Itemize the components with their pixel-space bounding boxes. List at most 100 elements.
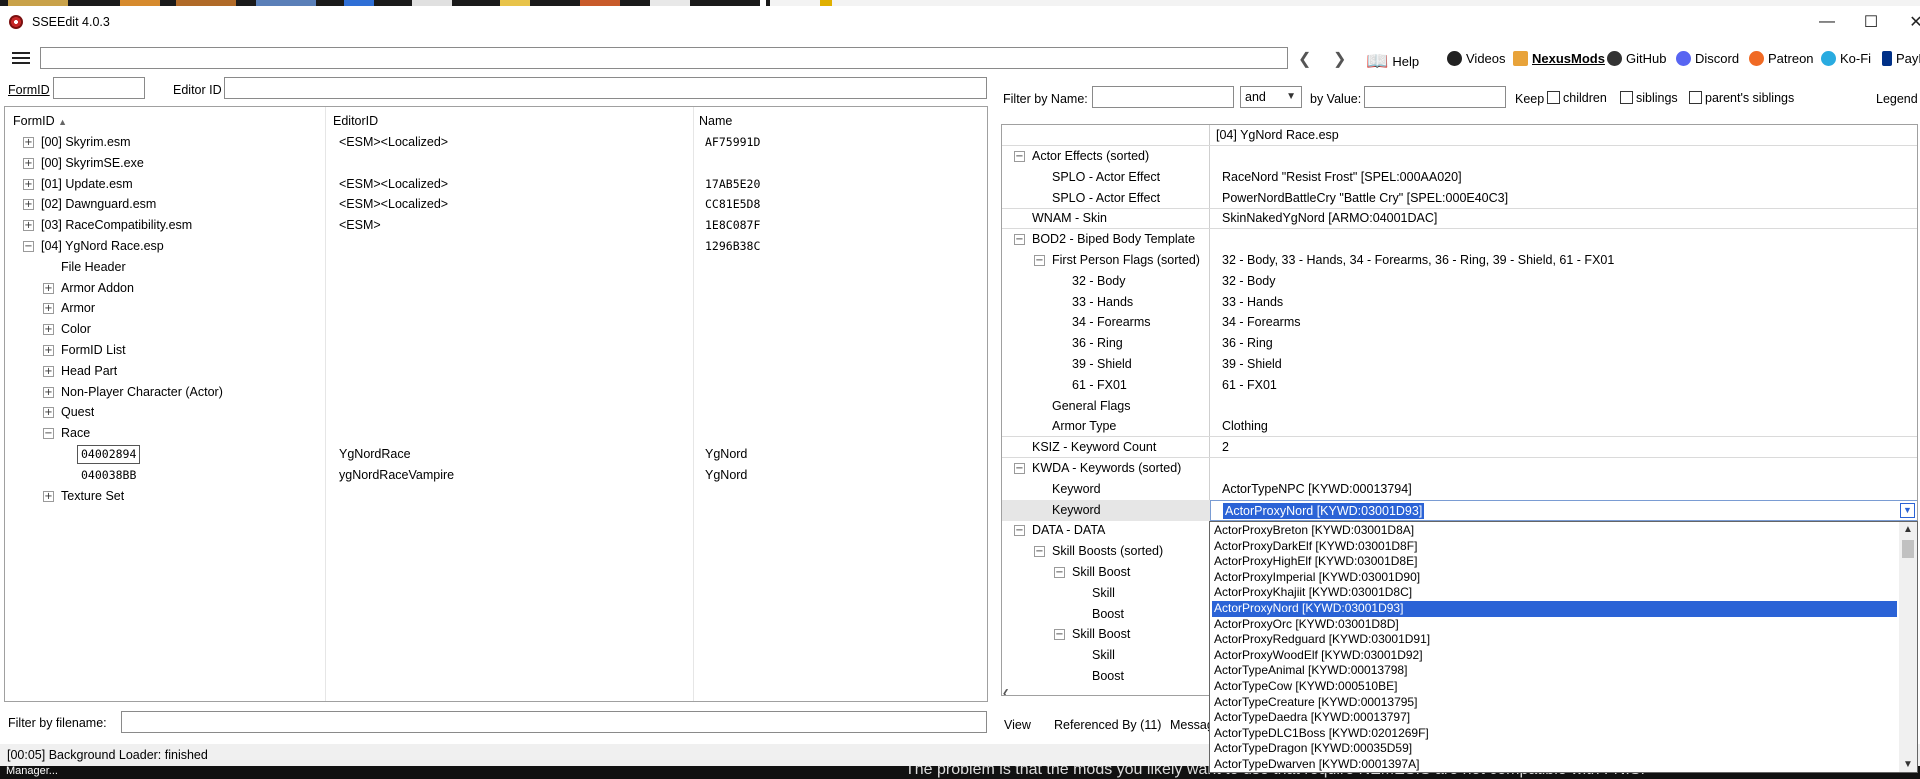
dropdown-option[interactable]: ActorTypeDaedra [KYWD:00013797] [1212, 710, 1897, 726]
editorid-input[interactable] [224, 77, 987, 99]
expand-toggle-icon[interactable]: + [23, 137, 34, 148]
legend-button[interactable]: Legend [1876, 92, 1918, 106]
expand-toggle-icon[interactable]: − [1054, 629, 1065, 641]
record-row[interactable]: Armor Type Clothing [1002, 416, 1917, 438]
tree-row[interactable]: − [04] YgNord Race.esp 1296B38C [5, 236, 987, 257]
dropdown-option[interactable]: ActorTypeCreature [KYWD:00013795] [1212, 695, 1897, 711]
kofi-link[interactable]: Ko-Fi [1821, 51, 1871, 66]
horizontal-scroll-left[interactable]: ❮ [1002, 689, 1016, 696]
expand-toggle-icon[interactable]: − [1014, 151, 1025, 162]
dropdown-option[interactable]: ActorTypeDragon [KYWD:00035D59] [1212, 741, 1897, 757]
expand-toggle-icon[interactable]: + [23, 157, 34, 169]
record-row[interactable]: − BOD2 - Biped Body Template [1002, 229, 1917, 250]
keyword-combo[interactable]: ActorProxyNord [KYWD:03001D93] ▼ [1210, 500, 1917, 521]
tree-row[interactable]: + Color [5, 319, 987, 340]
hamburger-menu-icon[interactable] [12, 52, 30, 65]
expand-toggle-icon[interactable]: − [1034, 546, 1045, 558]
filter-value-input[interactable] [1364, 86, 1506, 108]
discord-link[interactable]: Discord [1676, 51, 1739, 66]
dropdown-option[interactable]: ActorTypeAnimal [KYWD:00013798] [1212, 663, 1897, 679]
dropdown-option[interactable]: ActorProxyBreton [KYWD:03001D8A] [1212, 523, 1897, 539]
dropdown-option[interactable]: ActorTypeDwarven [KYWD:0001397A] [1212, 757, 1897, 772]
main-input[interactable] [40, 47, 1288, 69]
record-row[interactable]: 61 - FX01 61 - FX01 [1002, 375, 1917, 396]
tab-messages[interactable]: Messag [1170, 714, 1214, 736]
tree-row[interactable]: − Race [5, 423, 987, 444]
keep-parents-siblings-checkbox[interactable]: parent's siblings [1689, 91, 1794, 105]
dropdown-option[interactable]: ActorProxyImperial [KYWD:03001D90] [1212, 570, 1897, 586]
record-row[interactable]: 36 - Ring 36 - Ring [1002, 333, 1917, 354]
dropdown-option[interactable]: ActorTypeCow [KYWD:000510BE] [1212, 679, 1897, 695]
nexusmods-link[interactable]: NexusMods [1513, 51, 1605, 66]
tree-row[interactable]: + Armor Addon [5, 278, 987, 299]
scroll-up-icon[interactable]: ▲ [1903, 524, 1913, 535]
maximize-button[interactable]: ☐ [1848, 8, 1894, 36]
record-row[interactable]: SPLO - Actor Effect RaceNord "Resist Fro… [1002, 167, 1917, 188]
chevron-down-icon[interactable]: ▼ [1900, 503, 1915, 518]
record-row[interactable]: − Actor Effects (sorted) [1002, 146, 1917, 167]
close-button[interactable]: ✕ [1893, 8, 1920, 36]
keep-siblings-checkbox[interactable]: siblings [1620, 91, 1678, 105]
dropdown-option[interactable]: ActorProxyNord [KYWD:03001D93] [1212, 601, 1897, 617]
dropdown-option[interactable]: ActorProxyDarkElf [KYWD:03001D8F] [1212, 539, 1897, 555]
tree-row[interactable]: + [03] RaceCompatibility.esm <ESM> 1E8C0… [5, 215, 987, 236]
operator-select[interactable]: and ▼ [1240, 86, 1302, 108]
tree-row[interactable]: + FormID List [5, 340, 987, 361]
column-header-editorid[interactable]: EditorID [333, 111, 378, 131]
expand-toggle-icon[interactable]: + [43, 324, 54, 336]
navigation-tree[interactable]: FormID ▲ EditorID Name + [00] Skyrim.esm… [4, 106, 988, 702]
tree-row[interactable]: 04002894 YgNordRace YgNord [5, 444, 987, 465]
patreon-link[interactable]: Patreon [1749, 51, 1814, 66]
record-row[interactable]: Keyword ActorTypeNPC [KYWD:00013794] [1002, 479, 1917, 500]
taskbar-item[interactable]: Manager... [6, 766, 58, 777]
record-row[interactable]: WNAM - Skin SkinNakedYgNord [ARMO:04001D… [1002, 208, 1917, 230]
expand-toggle-icon[interactable]: − [1054, 567, 1065, 578]
tree-row[interactable]: + [02] Dawnguard.esm <ESM><Localized> CC… [5, 194, 987, 215]
tab-view[interactable]: View [1004, 714, 1031, 736]
tree-row[interactable]: + Quest [5, 402, 987, 423]
expand-toggle-icon[interactable]: + [43, 407, 54, 419]
record-row[interactable]: 33 - Hands 33 - Hands [1002, 292, 1917, 313]
expand-toggle-icon[interactable]: + [43, 282, 54, 294]
record-row[interactable]: − First Person Flags (sorted) 32 - Body,… [1002, 250, 1917, 271]
column-header-name[interactable]: Name [699, 111, 732, 131]
expand-toggle-icon[interactable]: + [23, 220, 34, 232]
minimize-button[interactable]: — [1804, 8, 1850, 36]
record-row[interactable]: SPLO - Actor Effect PowerNordBattleCry "… [1002, 188, 1917, 209]
scroll-thumb[interactable] [1902, 540, 1914, 558]
dropdown-option[interactable]: ActorProxyWoodElf [KYWD:03001D92] [1212, 648, 1897, 664]
dropdown-option[interactable]: ActorTypeDLC1Boss [KYWD:0201269F] [1212, 726, 1897, 742]
record-row[interactable]: KSIZ - Keyword Count 2 [1002, 437, 1917, 459]
tree-row[interactable]: 040038BB ygNordRaceVampire YgNord [5, 465, 987, 486]
tree-row[interactable]: + [00] Skyrim.esm <ESM><Localized> AF759… [5, 132, 987, 153]
record-row[interactable]: 32 - Body 32 - Body [1002, 271, 1917, 292]
dropdown-option[interactable]: ActorProxyRedguard [KYWD:03001D91] [1212, 632, 1897, 648]
expand-toggle-icon[interactable]: + [43, 386, 54, 398]
dropdown-option[interactable]: ActorProxyKhajiit [KYWD:03001D8C] [1212, 585, 1897, 601]
expand-toggle-icon[interactable]: + [23, 199, 34, 211]
tree-row[interactable]: + Texture Set [5, 486, 987, 507]
expand-toggle-icon[interactable]: − [1034, 255, 1045, 266]
expand-toggle-icon[interactable]: − [43, 428, 54, 440]
keyword-dropdown-list[interactable]: ActorProxyBreton [KYWD:03001D8A] ActorPro… [1209, 521, 1918, 773]
paypal-link[interactable]: PayP [1882, 51, 1920, 66]
tree-row[interactable]: + [01] Update.esm <ESM><Localized> 17AB5… [5, 174, 987, 195]
tree-row[interactable]: + Head Part [5, 361, 987, 382]
expand-toggle-icon[interactable]: + [43, 365, 54, 377]
dropdown-scrollbar[interactable]: ▲ ▼ [1899, 522, 1917, 772]
record-row[interactable]: 34 - Forearms 34 - Forearms [1002, 312, 1917, 333]
videos-link[interactable]: Videos [1447, 51, 1506, 66]
back-arrow-icon[interactable]: ❮ [1298, 49, 1311, 69]
expand-toggle-icon[interactable]: − [1014, 463, 1025, 474]
tree-row[interactable]: File Header [5, 257, 987, 278]
filter-name-input[interactable] [1092, 86, 1234, 108]
formid-input[interactable] [53, 77, 145, 99]
expand-toggle-icon[interactable]: + [43, 345, 54, 356]
expand-toggle-icon[interactable]: − [23, 241, 34, 252]
expand-toggle-icon[interactable]: + [43, 490, 54, 502]
column-header-formid[interactable]: FormID ▲ [13, 111, 67, 131]
tree-row[interactable]: + Non-Player Character (Actor) [5, 382, 987, 403]
forward-arrow-icon[interactable]: ❯ [1333, 49, 1346, 69]
tab-referenced-by[interactable]: Referenced By (11) [1054, 714, 1161, 736]
dropdown-option[interactable]: ActorProxyHighElf [KYWD:03001D8E] [1212, 554, 1897, 570]
